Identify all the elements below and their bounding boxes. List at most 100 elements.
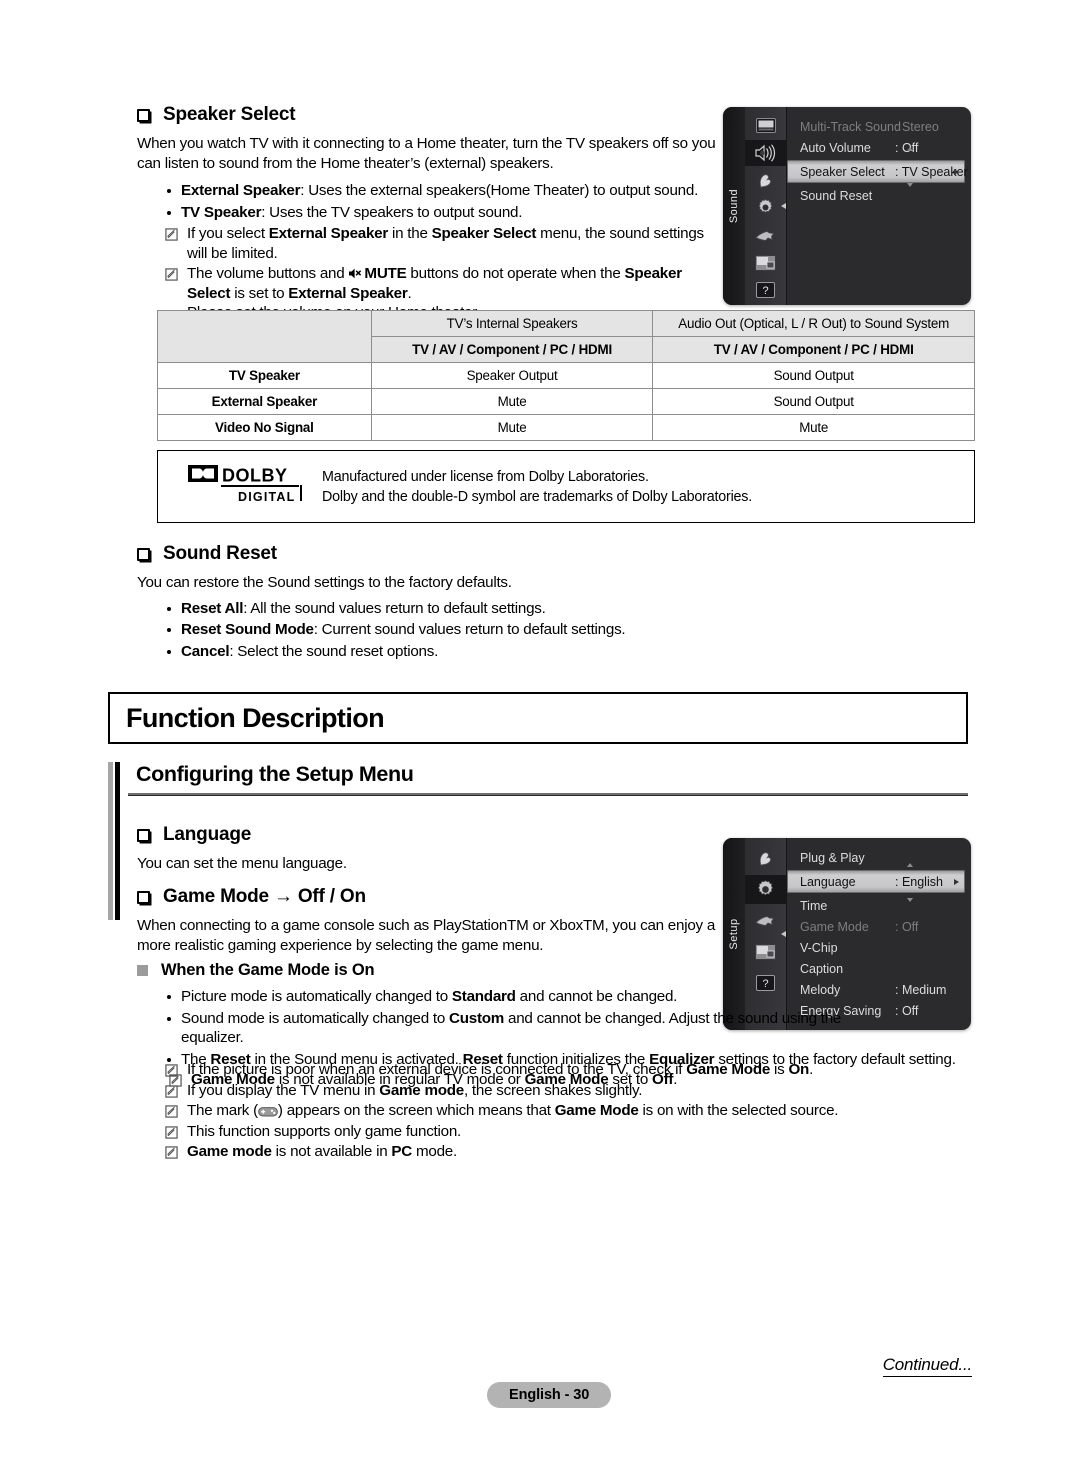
table-row: External Speaker Mute Sound Output (157, 388, 975, 415)
osd-row-v-chip[interactable]: V-Chip (787, 937, 971, 958)
osd-row-sound-reset[interactable]: Sound Reset (787, 185, 971, 206)
note-item: If you display the TV menu in Game mode,… (165, 1081, 977, 1101)
note-text: If you display the TV menu in Game mode,… (187, 1081, 977, 1101)
language-intro: You can set the menu language. (137, 855, 347, 872)
note-pencil-icon (165, 1084, 178, 1098)
note-bold-3: External Speaker (288, 284, 408, 302)
list-item-text: Cancel: Select the sound reset options. (181, 642, 757, 662)
note-bold-2: Speaker Select (431, 225, 537, 242)
note-item: If you select External Speaker in the Sp… (165, 224, 722, 263)
note-post: , the screen shakes slightly. (463, 1081, 643, 1099)
section-sound-reset: Sound Reset You can restore the Sound se… (137, 543, 757, 661)
dolby-logo: DOLBY DIGITAL (188, 463, 304, 510)
chevron-right-icon (954, 878, 959, 885)
setup-icon[interactable] (744, 875, 787, 904)
sound-reset-heading: Sound Reset (163, 543, 277, 564)
configuring-setup-menu-heading: Configuring the Setup Menu (108, 762, 968, 920)
section-speaker-select: Speaker Select When you watch TV with it… (137, 104, 722, 323)
note-mid: is not available in (271, 1143, 392, 1160)
input-icon[interactable] (751, 223, 781, 248)
note-pre: If the picture is poor when an external … (187, 1061, 687, 1078)
table-cell-audio-out: Sound Output (652, 388, 975, 415)
dot-bullet-icon (167, 995, 171, 999)
note-text: The mark () appears on the screen which … (187, 1101, 977, 1121)
bullet-bold-1: Standard (451, 988, 516, 1005)
list-item-text: TV Speaker: Uses the TV speakers to outp… (181, 203, 722, 223)
osd-row-multi-track-sound[interactable]: Multi-Track Sound : Stereo (787, 116, 971, 137)
osd-sound-menu[interactable]: Sound ? Multi-Track Sound: Stereo Auto … (723, 107, 971, 305)
note-post: is set to (230, 284, 289, 302)
note-bold-2: PC (391, 1143, 412, 1160)
note-pre: The volume buttons and (187, 265, 349, 282)
speaker-select-heading: Speaker Select (163, 104, 296, 125)
osd-row-auto-volume[interactable]: Auto Volume : Off (787, 137, 971, 158)
list-item-rest: : Current sound values return to default… (313, 621, 626, 638)
checkbox-bullet-icon (137, 109, 150, 122)
manual-page: Speaker Select When you watch TV with it… (0, 0, 1080, 1482)
language-heading-row: Language (137, 824, 722, 846)
osd-sound-tab-label: Sound (728, 188, 740, 224)
dot-bullet-icon (167, 1016, 171, 1021)
list-item-term: Reset All (181, 599, 244, 617)
osd-sound-tab: Sound (723, 107, 745, 305)
osd-row-value: : Off (895, 919, 919, 934)
table-cell-audio-out: Sound Output (652, 362, 975, 389)
note-pencil-icon (165, 1125, 178, 1139)
checkbox-bullet-icon (137, 829, 150, 842)
caret-up-icon (907, 863, 913, 867)
table-cell-audio-out: Mute (652, 414, 975, 441)
input-icon[interactable] (751, 906, 781, 935)
osd-row-value: : English (895, 874, 943, 889)
osd-row-speaker-select[interactable]: Speaker Select : TV Speaker (781, 160, 968, 209)
sound-icon[interactable] (744, 140, 787, 166)
support-icon[interactable]: ? (751, 278, 781, 303)
list-item-term: Reset Sound Mode (181, 621, 314, 638)
note-item: This function supports only game functio… (165, 1122, 977, 1142)
channel-icon[interactable] (751, 844, 781, 873)
table-cell-internal: Mute (370, 388, 654, 415)
dolby-line-1: Manufactured under license from Dolby La… (322, 468, 649, 485)
list-item: External Speaker: Uses the external spea… (167, 181, 722, 201)
mute-label: MUTE (364, 265, 407, 282)
osd-row-plug-and-play[interactable]: Plug & Play (787, 847, 971, 868)
pip-icon[interactable] (751, 250, 781, 275)
channel-icon[interactable] (751, 168, 781, 193)
osd-setup-tab-label: Setup (728, 918, 740, 950)
table-row-label: TV Speaker (157, 362, 372, 389)
dot-bullet-icon (167, 628, 171, 632)
page-number-badge: English - 30 (487, 1382, 612, 1408)
note-post: . (809, 1061, 814, 1078)
note-item: The mark () appears on the screen which … (165, 1101, 977, 1121)
osd-row-language[interactable]: Language : English (781, 870, 965, 937)
list-item: Picture mode is automatically changed to… (167, 987, 857, 1007)
note-bold-1: External Speaker (268, 225, 389, 242)
gamepad-icon (258, 1107, 278, 1117)
caret-left-icon (781, 203, 786, 209)
caret-down-icon (907, 898, 913, 902)
dolby-notice-box: DOLBY DIGITAL Manufactured under license… (157, 450, 975, 523)
note-pencil-icon (165, 1105, 178, 1118)
dolby-digital-logo-icon: DOLBY DIGITAL (188, 465, 302, 504)
section-game-mode-notes: If the picture is poor when an external … (165, 1059, 977, 1162)
checkbox-bullet-icon (137, 891, 150, 904)
note-bold-1: Game Mode (686, 1061, 771, 1078)
list-item: Reset All: All the sound values return t… (167, 599, 757, 619)
checkbox-bullet-icon (137, 548, 150, 561)
osd-sound-rows[interactable]: Multi-Track Sound : Stereo Auto Volume :… (781, 107, 971, 305)
speaker-output-table: TV’s Internal Speakers Audio Out (Optica… (157, 310, 975, 441)
list-item: Reset Sound Mode: Current sound values r… (167, 620, 757, 640)
picture-icon[interactable] (751, 113, 781, 138)
note-bold-1: Game mode (379, 1081, 464, 1099)
bullet-post: and cannot be changed. (515, 988, 678, 1005)
heading-rule (128, 793, 968, 796)
note-bold-1: Game Mode (554, 1102, 639, 1119)
dolby-notice-text: Manufactured under license from Dolby La… (322, 467, 752, 507)
osd-row-value: : Stereo (895, 119, 939, 134)
list-item-text: Picture mode is automatically changed to… (181, 987, 857, 1007)
osd-row-time[interactable]: Time (787, 895, 971, 916)
osd-row-game-mode[interactable]: Game Mode : Off (787, 916, 971, 937)
setup-icon[interactable] (751, 195, 781, 220)
note-post: is on with the selected source. (638, 1102, 839, 1119)
dot-bullet-icon (167, 606, 171, 611)
game-when-heading-row: When the Game Mode is On (137, 961, 977, 980)
